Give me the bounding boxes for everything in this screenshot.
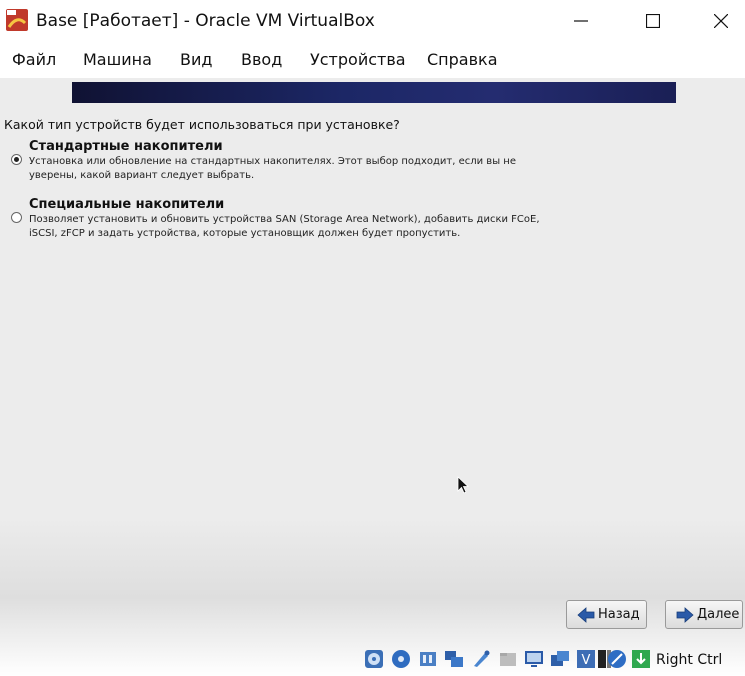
option-special-desc-2: iSCSI, zFCP и задать устройства, которые… [29, 228, 461, 239]
host-key-label: Right Ctrl [656, 652, 723, 668]
virtualbox-vm-icon [6, 9, 28, 31]
close-icon [714, 14, 728, 28]
usb-icon[interactable] [471, 649, 491, 669]
option-standard-title[interactable]: Стандартные накопители [29, 139, 223, 154]
floppy-icon[interactable] [391, 649, 411, 669]
menu-devices[interactable]: Устройства [310, 50, 406, 69]
back-button-label: Назад [598, 607, 640, 622]
option-special-desc-1: Позволяет установить и обновить устройст… [29, 214, 540, 225]
arrow-right-icon [676, 606, 694, 623]
title-bar: Base [Работает] - Oracle VM VirtualBox [0, 0, 745, 42]
record-icon[interactable] [607, 649, 627, 669]
mouse-cursor-icon [457, 476, 469, 494]
menu-file[interactable]: Файл [12, 50, 56, 69]
audio-icon[interactable] [418, 649, 438, 669]
next-button-label: Далее [697, 607, 740, 622]
network-icon[interactable] [444, 649, 464, 669]
back-button[interactable]: Назад [566, 600, 647, 629]
display-icon[interactable] [524, 649, 544, 669]
option-special-title[interactable]: Специальные накопители [29, 197, 224, 212]
option-standard-desc-2: уверены, какой вариант следует выбрать. [29, 170, 255, 181]
menu-bar: Файл Машина Вид Ввод Устройства Справка [0, 42, 745, 78]
arrow-left-icon [577, 606, 595, 623]
window-title: Base [Работает] - Oracle VM VirtualBox [36, 11, 375, 31]
download-icon[interactable] [631, 649, 651, 669]
option-standard-desc-1: Установка или обновление на стандартных … [29, 156, 516, 167]
menu-help[interactable]: Справка [427, 50, 498, 69]
svg-text:V: V [582, 653, 591, 668]
close-button[interactable] [698, 0, 744, 42]
radio-standard-storage[interactable] [11, 154, 22, 165]
menu-input[interactable]: Ввод [241, 50, 282, 69]
shared-folder-icon[interactable] [498, 649, 518, 669]
maximize-button[interactable] [630, 0, 676, 42]
menu-machine[interactable]: Машина [83, 50, 152, 69]
install-question: Какой тип устройств будет использоваться… [4, 117, 400, 132]
mouse-capture-icon[interactable] [550, 649, 570, 669]
installer-banner [72, 82, 676, 103]
maximize-icon [646, 14, 660, 28]
guest-display[interactable]: Какой тип устройств будет использоваться… [0, 78, 745, 676]
next-button[interactable]: Далее [665, 600, 743, 629]
minimize-button[interactable] [558, 0, 604, 42]
optical-drive-icon[interactable] [364, 649, 384, 669]
minimize-icon [574, 20, 588, 22]
menu-view[interactable]: Вид [180, 50, 212, 69]
radio-special-storage[interactable] [11, 212, 22, 223]
virtualization-icon[interactable]: V [576, 649, 596, 669]
